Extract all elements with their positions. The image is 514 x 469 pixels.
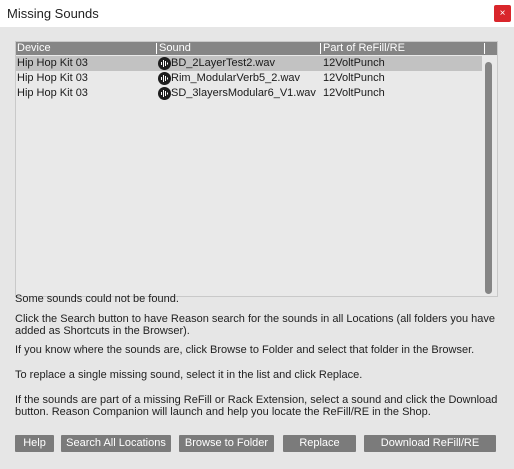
download-refill-button[interactable]: Download ReFill/RE	[364, 435, 496, 452]
replace-instructions: To replace a single missing sound, selec…	[15, 369, 363, 381]
help-button[interactable]: Help	[15, 435, 54, 452]
column-header-sound[interactable]: Sound	[159, 42, 191, 55]
waveform-icon	[158, 72, 171, 85]
window-title: Missing Sounds	[7, 6, 99, 21]
column-header-part[interactable]: Part of ReFill/RE	[323, 42, 405, 55]
browse-to-folder-button[interactable]: Browse to Folder	[179, 435, 274, 452]
table-row[interactable]: Hip Hop Kit 03 SD_3layersModular6_V1.wav…	[16, 86, 482, 101]
table-row[interactable]: Hip Hop Kit 03 BD_2LayerTest2.wav 12Volt…	[16, 56, 482, 71]
sound-name: BD_2LayerTest2.wav	[171, 57, 275, 69]
sound-name: Rim_ModularVerb5_2.wav	[171, 72, 301, 84]
title-bar: Missing Sounds ×	[0, 0, 514, 27]
table-header: Device Sound Part of ReFill/RE	[16, 42, 497, 55]
status-message: Some sounds could not be found.	[15, 293, 179, 305]
device-cell: Hip Hop Kit 03	[17, 87, 88, 99]
search-all-locations-button[interactable]: Search All Locations	[61, 435, 171, 452]
waveform-icon	[158, 57, 171, 70]
column-divider[interactable]	[320, 43, 321, 54]
scrollbar-thumb[interactable]	[485, 62, 492, 294]
device-cell: Hip Hop Kit 03	[17, 57, 88, 69]
replace-button[interactable]: Replace	[283, 435, 356, 452]
column-divider[interactable]	[484, 43, 485, 54]
column-divider[interactable]	[156, 43, 157, 54]
part-cell: 12VoltPunch	[323, 72, 385, 84]
table-row[interactable]: Hip Hop Kit 03 Rim_ModularVerb5_2.wav 12…	[16, 71, 482, 86]
browse-instructions: If you know where the sounds are, click …	[15, 344, 475, 356]
download-instructions: If the sounds are part of a missing ReFi…	[15, 394, 498, 418]
close-button[interactable]: ×	[494, 5, 511, 22]
part-cell: 12VoltPunch	[323, 57, 385, 69]
device-cell: Hip Hop Kit 03	[17, 72, 88, 84]
missing-sounds-table: Device Sound Part of ReFill/RE Hip Hop K…	[15, 41, 498, 297]
sound-name: SD_3layersModular6_V1.wav	[171, 87, 316, 99]
search-instructions: Click the Search button to have Reason s…	[15, 313, 495, 337]
vertical-scrollbar[interactable]	[483, 56, 497, 296]
dialog-body: Device Sound Part of ReFill/RE Hip Hop K…	[0, 27, 514, 469]
part-cell: 12VoltPunch	[323, 87, 385, 99]
column-header-device[interactable]: Device	[17, 42, 51, 55]
waveform-icon	[158, 87, 171, 100]
